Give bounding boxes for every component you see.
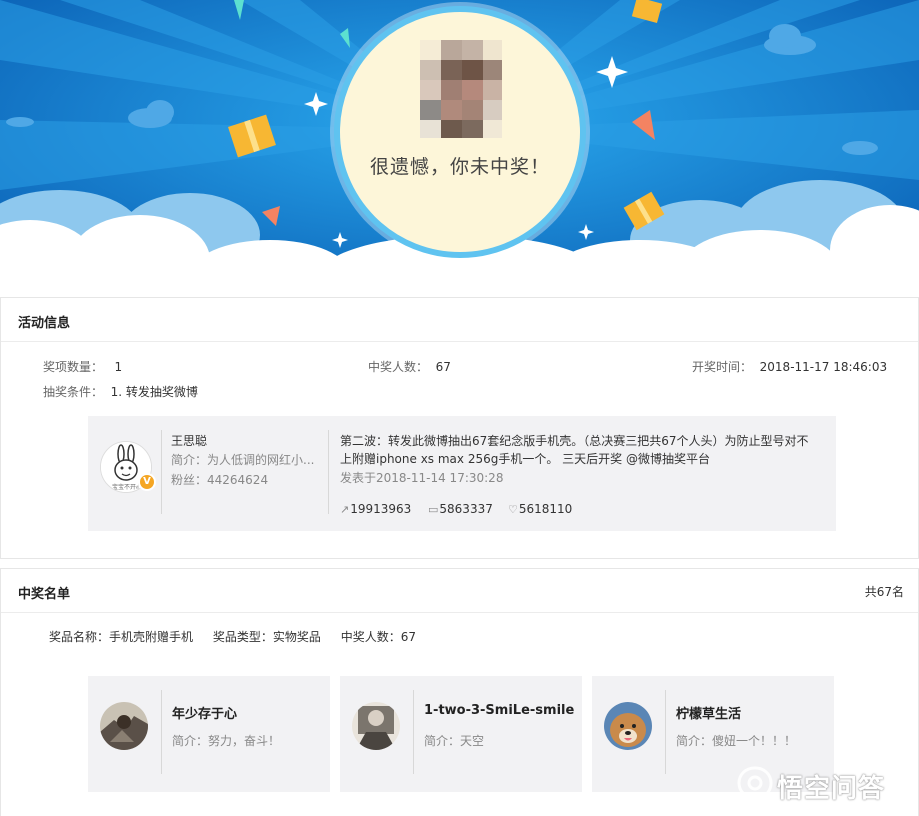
comment-stat[interactable]: ▭5863337 (428, 502, 493, 516)
prize-type: 奖品类型：实物奖品 (212, 630, 321, 644)
winner-count-label: 中奖人数： (368, 360, 429, 374)
draw-time: 开奖时间： 2018-11-17 18:46:03 (692, 358, 887, 375)
watermark-logo-icon (737, 766, 773, 804)
post-text: 第二波：转发此微博抽出67套纪念版手机壳。（总决赛三把共67个人头）为防止型号对… (340, 434, 809, 466)
author-name[interactable]: 王思聪 (171, 432, 207, 449)
winner-name[interactable]: 1-two-3-SmiLe-smile (424, 703, 574, 718)
winner-count: 中奖人数： 67 (368, 358, 451, 375)
like-count: 5618110 (518, 502, 573, 516)
winner-card[interactable]: 年少存于心 简介：努力，奋斗！ (88, 676, 330, 792)
prize-summary: 奖品名称：手机壳附赠手机 奖品类型：实物奖品 中奖人数：67 (49, 628, 432, 645)
card-title: 活动信息 (18, 316, 71, 331)
avatar-photo-icon (100, 702, 148, 750)
winner-name[interactable]: 柠檬草生活 (676, 703, 741, 722)
weibo-post-card[interactable]: 宝宝不开心 V 王思聪 简介：为人低调的网红小... 粉丝：44264624 第… (88, 416, 836, 531)
divider (665, 690, 666, 774)
watermark: 悟空问答 (735, 760, 910, 808)
author-fans: 粉丝：44264624 (171, 473, 269, 487)
winner-bio: 简介：天空 (424, 734, 485, 748)
like-icon: ♡ (508, 503, 518, 516)
divider (161, 690, 162, 774)
verified-badge-icon: V (138, 473, 156, 491)
author-intro: 简介：为人低调的网红小... (171, 453, 315, 467)
card-title: 中奖名单 (18, 587, 71, 602)
avatar-photo-icon (352, 702, 400, 750)
winner-avatar[interactable] (604, 702, 652, 750)
winner-avatar[interactable] (352, 702, 400, 750)
repost-icon: ↗ (340, 503, 350, 516)
watermark-text: 悟空问答 (777, 774, 886, 804)
winner-bio: 简介：傻妞一个！！！ (676, 734, 797, 748)
repost-count: 19913963 (350, 502, 412, 516)
dog-photo-icon (604, 702, 652, 750)
winner-name[interactable]: 年少存于心 (172, 703, 237, 722)
winner-count-value: 67 (435, 360, 451, 374)
prize-count: 奖项数量： 1 (43, 358, 122, 375)
card-header: 中奖名单 共67名 (1, 569, 918, 613)
divider (413, 690, 414, 774)
result-message: 很遗憾，你未中奖！ (369, 156, 550, 178)
winner-avatar[interactable] (100, 702, 148, 750)
divider (161, 430, 162, 514)
prize-winner-count: 中奖人数：67 (340, 630, 416, 644)
prize-count-label: 奖项数量： (43, 360, 104, 374)
winner-total: 共67名 (864, 585, 904, 599)
winner-bio: 简介：努力，奋斗！ (172, 734, 281, 748)
prize-name: 奖品名称：手机壳附赠手机 (49, 630, 194, 644)
draw-time-label: 开奖时间： (692, 360, 753, 374)
repost-stat[interactable]: ↗19913963 (340, 502, 411, 516)
activity-info-card: 活动信息 奖项数量： 1 中奖人数： 67 开奖时间： 2018-11-17 1… (0, 297, 919, 559)
card-header: 活动信息 (1, 298, 918, 342)
condition-label: 抽奖条件： (43, 385, 104, 399)
divider (328, 430, 329, 514)
like-stat[interactable]: ♡5618110 (508, 502, 572, 516)
comment-count: 5863337 (439, 502, 493, 516)
prize-count-value: 1 (114, 360, 123, 374)
user-avatar-pixelated (420, 40, 502, 138)
draw-condition: 抽奖条件： 1. 转发抽奖微博 (43, 383, 198, 400)
comment-icon: ▭ (428, 503, 439, 516)
winner-card[interactable]: 1-two-3-SmiLe-smile 简介：天空 (340, 676, 582, 792)
draw-time-value: 2018-11-17 18:46:03 (759, 360, 888, 374)
condition-value: 1. 转发抽奖微博 (110, 385, 198, 399)
result-banner: 很遗憾，你未中奖！ (0, 0, 919, 300)
post-time: 发表于2018-11-14 17:30:28 (340, 471, 504, 485)
